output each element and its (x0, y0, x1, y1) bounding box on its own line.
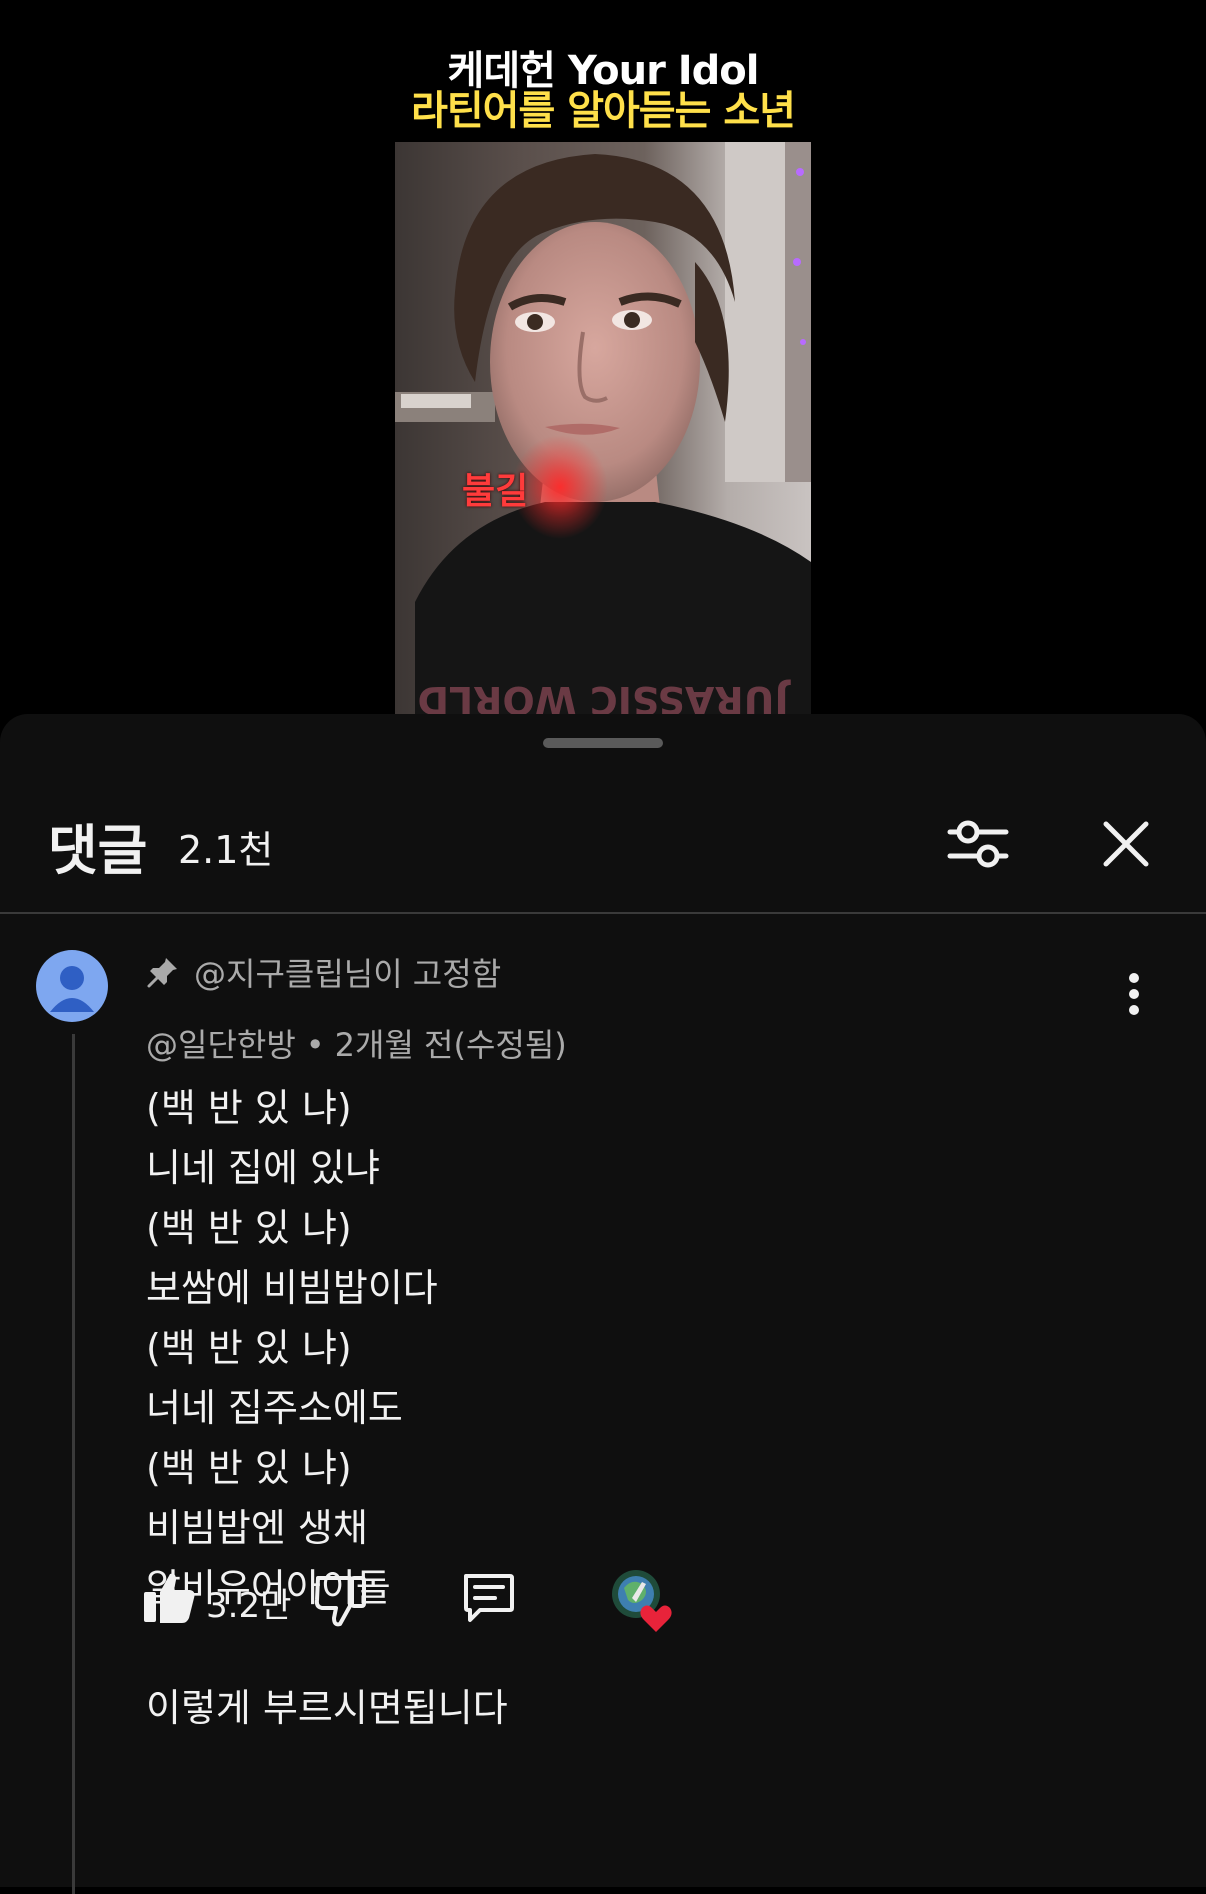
comment-line: 니네 집에 있냐 (146, 1146, 380, 1190)
comment-meta: @일단한방 • 2개월 전(수정됨) (146, 1020, 567, 1066)
thumbs-down-icon (314, 1576, 366, 1627)
close-button[interactable] (1092, 810, 1160, 878)
comment-line: 보쌈에 비빔밥이다 (146, 1266, 438, 1310)
comments-sheet: 댓글 2.1천 @지구클립님이 고정함 @일단한방 • 2개월 전(수정됨) (… (0, 714, 1206, 1894)
default-avatar-icon (50, 966, 94, 1012)
comments-count: 2.1천 (178, 828, 274, 872)
video-caption: 불길 (462, 471, 529, 512)
comment-line: (백 반 있 냐) (146, 1326, 352, 1370)
like-button[interactable] (142, 1568, 196, 1628)
video-title-line2: 라틴어를 알아듣는 소년 (411, 88, 796, 134)
comment-line: (백 반 있 냐) (146, 1446, 352, 1490)
comment-time: 2개월 전(수정됨) (334, 1026, 567, 1064)
more-options-button[interactable] (1116, 964, 1152, 1024)
pinned-by-text: @지구클립님이 고정함 (194, 955, 502, 993)
thumbs-up-icon (144, 1573, 195, 1623)
video-player[interactable]: 케데헌 Your Idol 라틴어를 알아듣는 소년 JURASSIC WORL… (0, 0, 1206, 732)
video-frame[interactable]: JURASSIC WORLD 불길 (395, 142, 811, 732)
creator-heart-icon (612, 1570, 672, 1632)
comment-line: 비빔밥엔 생채 (146, 1506, 368, 1550)
avatar[interactable] (36, 950, 108, 1022)
reply-button[interactable] (460, 1570, 516, 1626)
comment-author[interactable]: @일단한방 (146, 1026, 296, 1064)
comment-line: 이렇게 부르시면됩니다 (146, 1686, 508, 1730)
more-vert-icon (1129, 973, 1139, 1015)
header-divider (0, 912, 1206, 914)
meta-separator: • (305, 1026, 325, 1064)
comment-line: (백 반 있 냐) (146, 1086, 352, 1130)
filter-button[interactable] (944, 810, 1012, 878)
drag-handle[interactable] (543, 738, 663, 748)
comments-title: 댓글 (48, 819, 148, 882)
creator-heart-badge (610, 1568, 674, 1634)
pinned-label: @지구클립님이 고정함 (146, 950, 501, 994)
close-icon (1103, 821, 1149, 867)
pin-icon (147, 958, 177, 988)
dislike-button[interactable] (314, 1570, 368, 1630)
thread-line (72, 1034, 75, 1894)
reply-icon (464, 1574, 514, 1622)
comment-line: (백 반 있 냐) (146, 1206, 352, 1250)
video-still-image: JURASSIC WORLD (395, 142, 811, 732)
comment-line: 너네 집주소에도 (146, 1386, 403, 1430)
comment-actions: 3.2만 (142, 1568, 742, 1648)
sliders-icon (947, 820, 1009, 868)
like-count: 3.2만 (206, 1586, 292, 1626)
